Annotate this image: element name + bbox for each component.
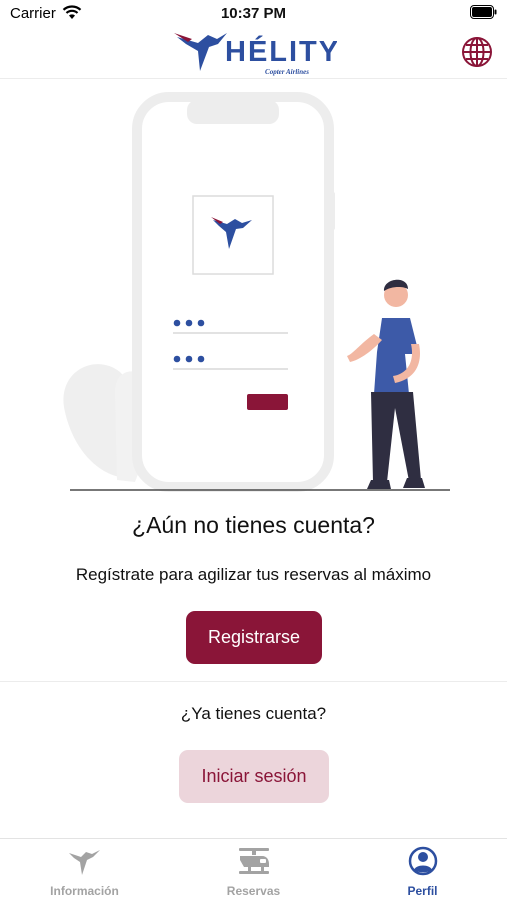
tab-reservas[interactable]: Reservas bbox=[169, 839, 338, 901]
login-illustration bbox=[63, 92, 450, 492]
phone-submit-button bbox=[247, 394, 288, 410]
have-account-question: ¿Ya tienes cuenta? bbox=[180, 704, 327, 723]
login-button[interactable]: Iniciar sesión bbox=[179, 750, 329, 803]
phone-frame bbox=[132, 92, 334, 492]
phone-notch bbox=[187, 100, 279, 124]
tab-label: Perfil bbox=[407, 884, 438, 898]
profile-icon bbox=[408, 846, 438, 876]
tab-perfil[interactable]: Perfil bbox=[338, 839, 507, 901]
tab-informacion[interactable]: Información bbox=[0, 839, 169, 901]
tab-label: Reservas bbox=[226, 884, 281, 898]
person-figure bbox=[347, 279, 425, 489]
no-account-heading: ¿Aún no tienes cuenta? bbox=[132, 512, 375, 538]
helicopter-icon bbox=[239, 848, 269, 874]
status-time: 10:37 PM bbox=[220, 5, 287, 22]
logo-subtitle: Copter Airlines bbox=[265, 68, 309, 76]
tab-label: Información bbox=[50, 884, 119, 898]
logo-text: HÉLITY bbox=[225, 34, 337, 68]
battery-icon bbox=[470, 5, 497, 19]
tab-bar: Información Reservas Perfil bbox=[0, 838, 507, 901]
hummingbird-icon bbox=[69, 850, 100, 875]
register-button[interactable]: Registrarse bbox=[186, 611, 322, 664]
helity-logo: HÉLITY Copter Airlines bbox=[174, 33, 337, 76]
app-header: HÉLITY Copter Airlines bbox=[0, 22, 507, 79]
register-description: Regístrate para agilizar tus reservas al… bbox=[75, 565, 432, 584]
section-divider bbox=[0, 681, 507, 682]
globe-icon[interactable] bbox=[461, 36, 493, 68]
